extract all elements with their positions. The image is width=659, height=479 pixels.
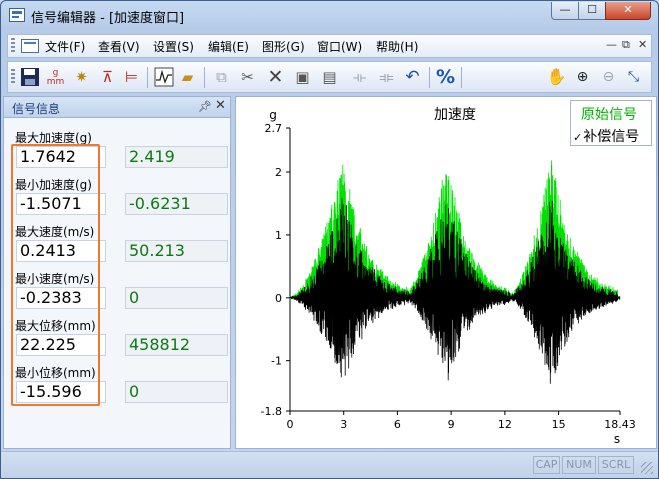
toolbar-separator xyxy=(461,67,462,88)
x-tick-label: 9 xyxy=(448,418,455,431)
title-bar[interactable]: 信号编辑器 - [加速度窗口] — ☐ ✕ xyxy=(1,1,658,31)
series-layer xyxy=(289,160,621,384)
window-title: 信号编辑器 - [加速度窗口] xyxy=(31,11,185,26)
toolbar-separator xyxy=(147,67,148,88)
x-tick-label: 3 xyxy=(340,418,347,431)
menu-help[interactable]: 帮助(H) xyxy=(376,38,418,55)
toolbar-separator xyxy=(204,67,205,88)
highlight-box xyxy=(11,144,100,406)
insert-icon[interactable]: ⟛ xyxy=(348,66,371,88)
zoom-in-icon[interactable]: ⊕ xyxy=(571,66,594,88)
chart-plot[interactable]: 加速度 g s 2.7 2 1 0 -1 -1.8 0 3 6 9 12 15 18.43 xyxy=(236,97,656,448)
x-tick-label: 0 xyxy=(287,418,294,431)
app-window: 信号编辑器 - [加速度窗口] — ☐ ✕ 文件(F) 查看(V) 设置(S) … xyxy=(0,0,659,479)
status-num: NUM xyxy=(562,456,596,474)
copy-icon[interactable]: ⧉ xyxy=(210,66,233,88)
chart-title: 加速度 xyxy=(434,107,476,123)
menu-settings[interactable]: 设置(S) xyxy=(153,38,194,55)
panel-header: 信号信息 📌︎ ✕ xyxy=(4,97,230,118)
legend-compensated[interactable]: ✓补偿信号 xyxy=(573,126,640,146)
hand-icon[interactable]: ✋ xyxy=(545,66,568,88)
menu-edit[interactable]: 编辑(E) xyxy=(208,38,249,55)
x-tick-label: 18.43 xyxy=(604,418,636,431)
open-folder-icon[interactable]: ▰ xyxy=(176,66,199,88)
document-icon[interactable] xyxy=(21,39,39,53)
waveform-icon[interactable] xyxy=(152,66,175,88)
delete-icon[interactable]: ✕ xyxy=(264,66,287,88)
status-bar: CAP NUM SCRL xyxy=(1,451,658,478)
menu-file[interactable]: 文件(F) xyxy=(45,38,85,55)
minimize-button[interactable]: — xyxy=(551,2,579,20)
toolbar: g mm ✷ ⊼ ⊨ ▰ ⧉ ✂ ✕ ▣ ▤ ⟛ ⟚ ↶ % ✋ ⊕ ⊖ ⤡ xyxy=(7,61,652,93)
y-tick-label: 2.7 xyxy=(265,122,283,135)
menu-bar: 文件(F) 查看(V) 设置(S) 编辑(E) 图形(G) 窗口(W) 帮助(H… xyxy=(7,34,652,58)
legend[interactable]: 原始信号 ✓补偿信号 xyxy=(570,100,652,146)
resize-grip-icon[interactable] xyxy=(641,462,653,474)
y-tick-label: 2 xyxy=(275,166,282,179)
fit-icon[interactable]: ⤡ xyxy=(622,66,645,88)
paste-icon[interactable]: ▣ xyxy=(291,66,314,88)
legend-check-icon: ✓ xyxy=(573,131,583,144)
toolbar-grip-icon[interactable] xyxy=(11,69,15,85)
zoom-out-icon[interactable]: ⊖ xyxy=(597,66,620,88)
unit-mm-label: mm xyxy=(46,77,65,87)
percent-icon[interactable]: % xyxy=(434,66,457,88)
max-accel-comp-value[interactable]: 2.419 xyxy=(125,146,228,168)
menu-view[interactable]: 查看(V) xyxy=(98,38,140,55)
unit-gmm-icon[interactable]: g mm xyxy=(44,66,67,91)
cut-icon[interactable]: ✂ xyxy=(236,66,259,88)
menu-grip-icon[interactable] xyxy=(11,38,15,54)
shift-icon[interactable]: ⟚ xyxy=(375,66,398,88)
min-accel-comp-value[interactable]: -0.6231 xyxy=(125,193,228,215)
close-button[interactable]: ✕ xyxy=(605,2,651,20)
acceleration-chart[interactable]: 加速度 g s 2.7 2 1 0 -1 -1.8 0 3 6 9 12 15 18.43 原始信号 ✓… xyxy=(235,96,657,449)
maximize-button[interactable]: ☐ xyxy=(578,2,606,20)
status-cap: CAP xyxy=(533,456,560,474)
undo-icon[interactable]: ↶ xyxy=(401,66,424,88)
menu-window[interactable]: 窗口(W) xyxy=(317,38,362,55)
y-tick-label: -1 xyxy=(271,355,282,368)
min-velocity-comp-value[interactable]: 0 xyxy=(125,287,228,309)
clip-alt-icon[interactable]: ⊨ xyxy=(120,66,143,88)
mdi-restore-icon[interactable]: ⧉ xyxy=(622,38,630,52)
pin-icon[interactable]: 📌︎ xyxy=(198,100,212,113)
x-axis-label: s xyxy=(614,432,620,446)
panel-title: 信号信息 xyxy=(12,102,61,116)
paste-alt-icon[interactable]: ▤ xyxy=(318,66,341,88)
legend-compensated-label: 补偿信号 xyxy=(583,129,640,145)
mdi-close-icon[interactable]: ✕ xyxy=(638,38,647,51)
x-tick-label: 15 xyxy=(552,418,566,431)
filter-icon[interactable]: ✷ xyxy=(70,66,93,88)
y-axis-label: g xyxy=(269,108,277,122)
panel-close-icon[interactable]: ✕ xyxy=(215,98,226,113)
max-displacement-comp-value[interactable]: 458812 xyxy=(125,334,228,356)
y-tick-label: 0 xyxy=(275,292,282,305)
save-icon[interactable] xyxy=(18,66,41,88)
app-icon xyxy=(9,8,25,22)
y-tick-label: -1.8 xyxy=(261,405,282,418)
y-tick-label: 1 xyxy=(275,229,282,242)
min-displacement-comp-value[interactable]: 0 xyxy=(125,381,228,403)
status-scrl: SCRL xyxy=(598,456,634,474)
legend-original[interactable]: 原始信号 xyxy=(581,104,637,124)
menu-graph[interactable]: 图形(G) xyxy=(262,38,305,55)
max-velocity-comp-value[interactable]: 50.213 xyxy=(125,240,228,262)
x-tick-label: 6 xyxy=(394,418,401,431)
x-tick-label: 12 xyxy=(498,418,512,431)
mdi-minimize-icon[interactable]: — xyxy=(606,38,617,51)
clip-icon[interactable]: ⊼ xyxy=(96,66,119,88)
toolbar-separator xyxy=(429,67,430,88)
